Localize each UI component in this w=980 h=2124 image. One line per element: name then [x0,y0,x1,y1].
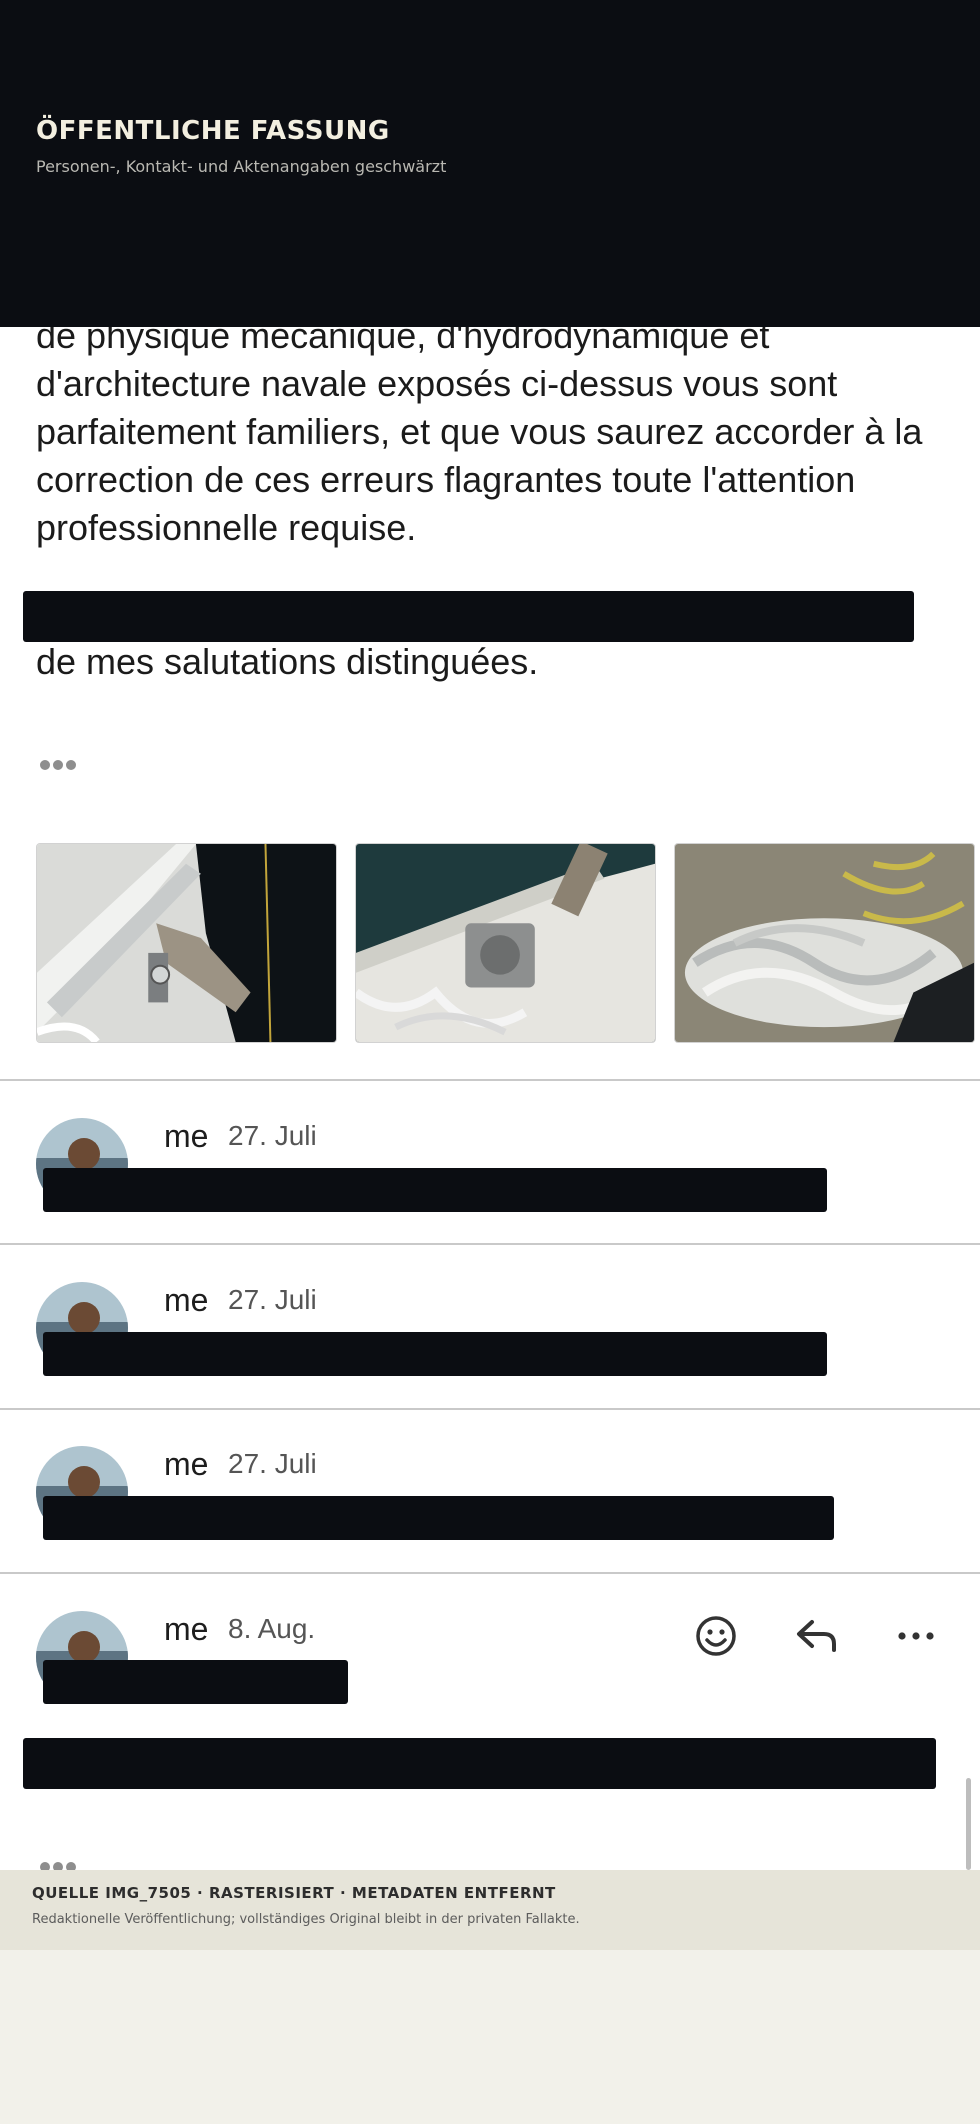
attachment-thumbnail[interactable] [355,843,656,1043]
attachment-thumbnail[interactable] [36,843,337,1043]
message-date: 8. Aug. [228,1613,316,1644]
reply-button[interactable] [792,1612,840,1660]
redaction-bar [43,1496,834,1540]
email-signoff: de mes salutations distinguées. [36,641,539,682]
message-date: 27. Juli [228,1448,317,1479]
rope-pile-photo [675,844,974,1042]
ellipsis-icon [898,1632,934,1640]
redaction-bar [23,591,914,642]
redaction-bar [43,1332,827,1376]
sender-name: me [164,1282,209,1318]
add-reaction-button[interactable] [692,1612,740,1660]
redaction-bar [43,1168,827,1212]
publication-title: ÖFFENTLICHE FASSUNG [36,116,390,146]
message-date: 27. Juli [228,1284,317,1315]
windlass-photo [356,844,655,1042]
source-line: QUELLE IMG_7505 · RASTERISIERT · METADAT… [32,1884,556,1902]
mail-thread-page: ÖFFENTLICHE FASSUNG Personen-, Kontakt- … [0,0,980,2124]
boat-deck-photo [37,844,336,1042]
scrollbar[interactable] [966,1778,971,1870]
row-divider [0,1408,980,1410]
attachment-thumbnail[interactable] [674,843,975,1043]
publication-note: Redaktionelle Veröffentlichung; vollstän… [32,1912,580,1927]
row-divider [0,1572,980,1574]
email-body-paragraph: de physique mécanique, d'hydrodynamique … [36,315,923,548]
row-divider [0,1079,980,1081]
message-date: 27. Juli [228,1120,317,1151]
publication-header: ÖFFENTLICHE FASSUNG Personen-, Kontakt- … [0,0,980,327]
smiley-icon [696,1616,736,1656]
row-divider [0,1243,980,1245]
publication-footer: QUELLE IMG_7505 · RASTERISIERT · METADAT… [0,1870,980,1950]
sender-name: me [164,1611,209,1647]
publication-subtitle: Personen-, Kontakt- und Aktenangaben ges… [36,157,447,176]
reply-arrow-icon [797,1620,836,1652]
sender-name: me [164,1118,209,1154]
redaction-bar [43,1660,348,1704]
sender-name: me [164,1446,209,1482]
more-actions-button[interactable] [892,1612,940,1660]
redaction-bar [23,1738,936,1789]
show-quoted-text-button[interactable] [40,760,76,770]
